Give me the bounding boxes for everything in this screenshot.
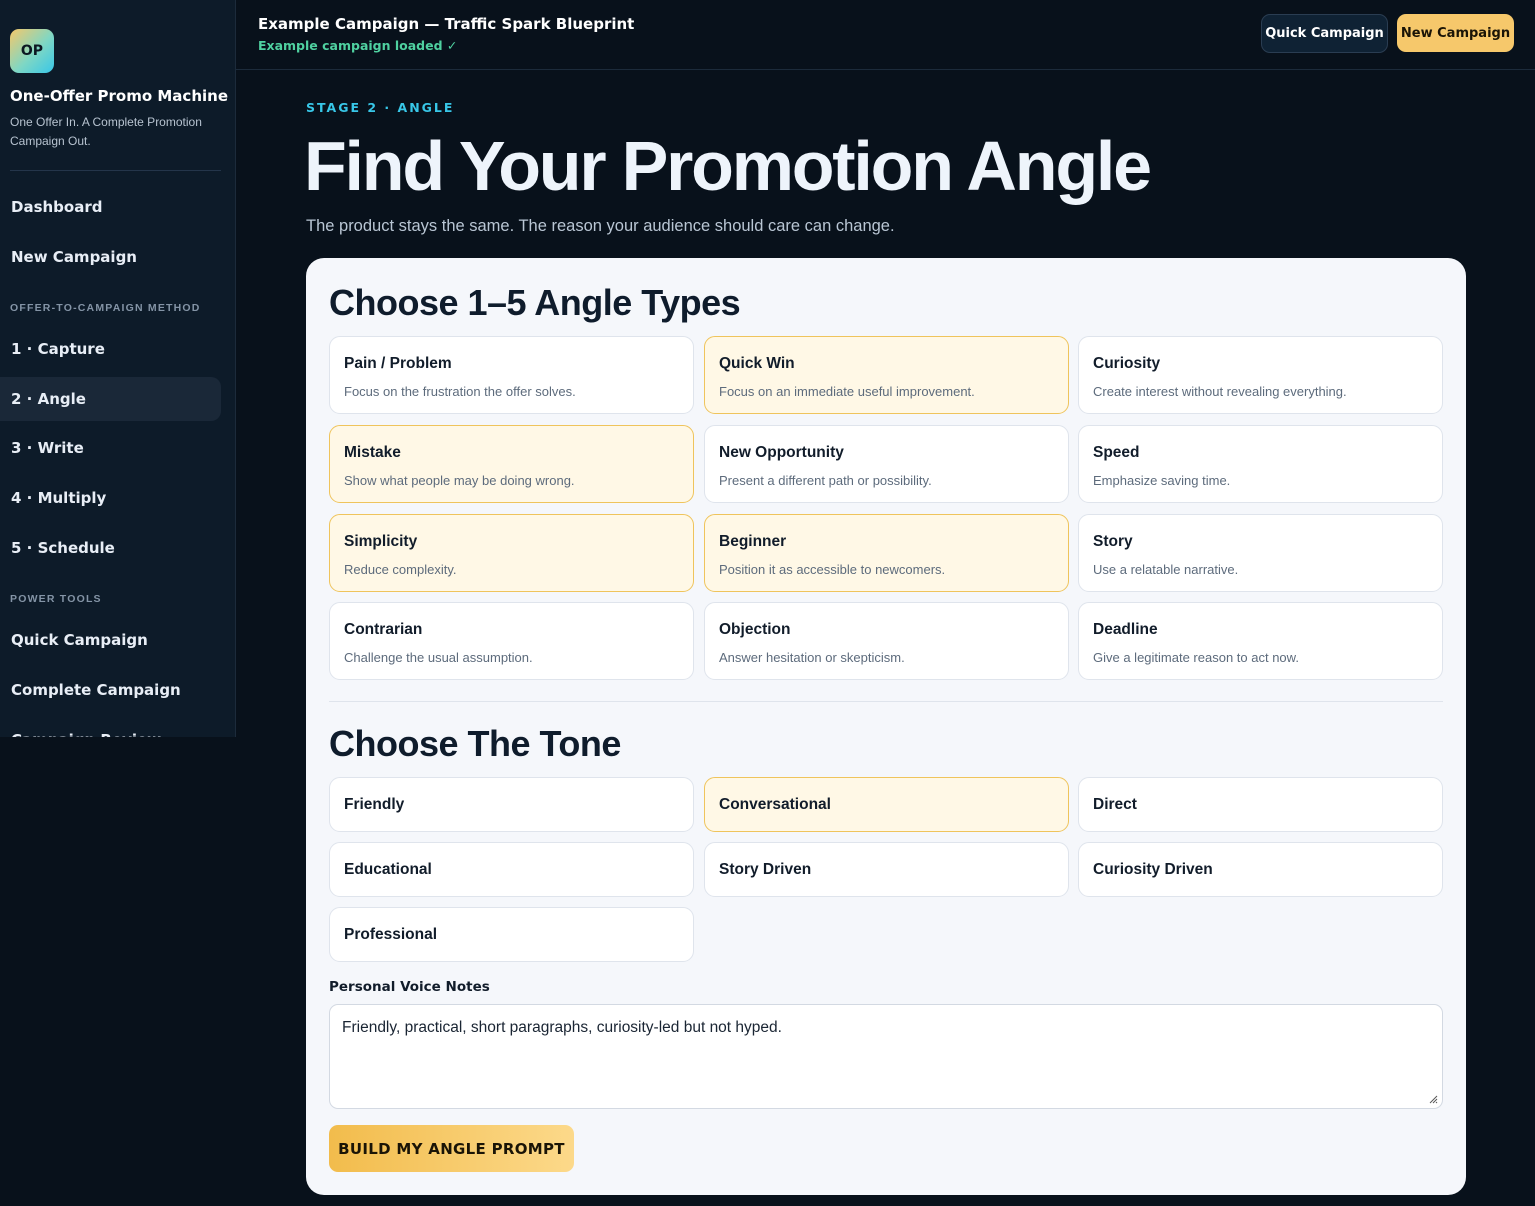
angle-option[interactable]: Deadline Give a legitimate reason to act … <box>1078 602 1443 680</box>
voice-notes-textarea[interactable]: Friendly, practical, short paragraphs, c… <box>329 1004 1443 1109</box>
angle-option-title: Story <box>1093 533 1133 550</box>
section-divider <box>329 701 1443 702</box>
tone-option-title: Professional <box>344 926 438 943</box>
page-subtitle: The product stays the same. The reason y… <box>306 217 895 235</box>
angle-option-desc: Focus on an immediate useful improvement… <box>719 384 975 399</box>
angle-option[interactable]: Quick Win Focus on an immediate useful im… <box>704 336 1069 414</box>
resize-grip-icon[interactable] <box>1428 1094 1438 1104</box>
tone-option-title: Curiosity Driven <box>1093 861 1213 878</box>
angle-option[interactable]: Curiosity Create interest without reveali… <box>1078 336 1443 414</box>
sidebar-item-angle[interactable]: 2 · Angle <box>0 377 221 421</box>
angle-option[interactable]: Mistake Show what people may be doing wro… <box>329 425 694 503</box>
tone-option-title: Story Driven <box>719 861 812 878</box>
angle-card: Choose 1–5 Angle Types Pain / Problem Foc… <box>306 258 1466 1195</box>
tone-option[interactable]: Direct <box>1078 777 1443 832</box>
angle-option-desc: Present a different path or possibility. <box>719 473 932 488</box>
sidebar-item-write[interactable]: 3 · Write <box>0 426 221 470</box>
sidebar-item-dashboard[interactable]: Dashboard <box>0 185 221 229</box>
quick-campaign-button[interactable]: Quick Campaign <box>1261 14 1388 53</box>
angle-option-title: New Opportunity <box>719 444 844 461</box>
angle-option-desc: Create interest without revealing everyt… <box>1093 384 1347 399</box>
angle-option[interactable]: Speed Emphasize saving time. <box>1078 425 1443 503</box>
top-bar: Example Campaign — Traffic Spark Bluepri… <box>236 0 1535 70</box>
sidebar-section-tools: POWER TOOLS <box>10 593 102 605</box>
angle-option[interactable]: Simplicity Reduce complexity. <box>329 514 694 592</box>
page-title: Find Your Promotion Angle <box>304 127 1152 205</box>
sidebar-item-complete-campaign[interactable]: Complete Campaign <box>0 668 221 712</box>
voice-notes-value: Friendly, practical, short paragraphs, c… <box>342 1019 782 1036</box>
app-title: One-Offer Promo Machine <box>10 87 228 105</box>
voice-notes-label: Personal Voice Notes <box>329 979 490 995</box>
sidebar-item-capture[interactable]: 1 · Capture <box>0 327 221 371</box>
angle-option-title: Objection <box>719 621 791 638</box>
angles-section-title: Choose 1–5 Angle Types <box>329 282 741 323</box>
tone-option[interactable]: Friendly <box>329 777 694 832</box>
angle-option[interactable]: Pain / Problem Focus on the frustration t… <box>329 336 694 414</box>
tone-option[interactable]: Story Driven <box>704 842 1069 897</box>
tone-section-title: Choose The Tone <box>329 723 621 764</box>
sidebar-section-method: OFFER-TO-CAMPAIGN METHOD <box>10 302 201 314</box>
angle-option-desc: Emphasize saving time. <box>1093 473 1231 488</box>
tone-option-title: Conversational <box>719 796 831 813</box>
angle-option[interactable]: Objection Answer hesitation or skepticism… <box>704 602 1069 680</box>
tone-option[interactable]: Conversational <box>704 777 1069 832</box>
sidebar-item-multiply[interactable]: 4 · Multiply <box>0 476 221 520</box>
angle-option-title: Speed <box>1093 444 1140 461</box>
angle-option[interactable]: Story Use a relatable narrative. <box>1078 514 1443 592</box>
stage-label: STAGE 2 · ANGLE <box>306 100 455 115</box>
new-campaign-button[interactable]: New Campaign <box>1397 14 1514 52</box>
sidebar-item-quick-campaign[interactable]: Quick Campaign <box>0 618 221 662</box>
angle-option-desc: Challenge the usual assumption. <box>344 650 533 665</box>
angle-option-title: Mistake <box>344 444 401 461</box>
angle-option-title: Deadline <box>1093 621 1158 638</box>
app-logo: OP <box>10 29 54 73</box>
tone-option[interactable]: Professional <box>329 907 694 962</box>
angle-option[interactable]: New Opportunity Present a different path … <box>704 425 1069 503</box>
campaign-status: Example campaign loaded ✓ <box>258 38 458 53</box>
angle-option-title: Pain / Problem <box>344 355 452 372</box>
angle-option-desc: Position it as accessible to newcomers. <box>719 562 946 577</box>
tone-option[interactable]: Curiosity Driven <box>1078 842 1443 897</box>
build-angle-prompt-button[interactable]: BUILD MY ANGLE PROMPT <box>329 1125 574 1172</box>
angle-option-desc: Show what people may be doing wrong. <box>344 473 575 488</box>
campaign-title: Example Campaign — Traffic Spark Bluepri… <box>258 15 635 33</box>
sidebar-item-schedule[interactable]: 5 · Schedule <box>0 526 221 570</box>
angle-option-desc: Reduce complexity. <box>344 562 457 577</box>
app-tagline: One Offer In. A Complete Promotion Campa… <box>10 115 202 148</box>
angle-option-desc: Use a relatable narrative. <box>1093 562 1239 577</box>
angle-option-desc: Focus on the frustration the offer solve… <box>344 384 576 399</box>
angle-option-title: Beginner <box>719 533 787 550</box>
sidebar-item-new-campaign[interactable]: New Campaign <box>0 235 221 279</box>
angle-option-title: Curiosity <box>1093 355 1161 372</box>
angle-option-title: Contrarian <box>344 621 423 638</box>
angle-option-title: Quick Win <box>719 355 795 372</box>
tone-option-title: Educational <box>344 861 432 878</box>
angle-option[interactable]: Contrarian Challenge the usual assumption… <box>329 602 694 680</box>
angle-option-desc: Answer hesitation or skepticism. <box>719 650 905 665</box>
angle-option-title: Simplicity <box>344 533 418 550</box>
tone-option-title: Direct <box>1093 796 1137 813</box>
tone-option-title: Friendly <box>344 796 405 813</box>
sidebar: OP One-Offer Promo Machine One Offer In.… <box>0 0 236 737</box>
tone-option[interactable]: Educational <box>329 842 694 897</box>
sidebar-item-campaign-review[interactable]: Campaign Review <box>0 718 221 737</box>
sidebar-divider <box>10 170 221 171</box>
angle-option[interactable]: Beginner Position it as accessible to new… <box>704 514 1069 592</box>
angle-option-desc: Give a legitimate reason to act now. <box>1093 650 1299 665</box>
